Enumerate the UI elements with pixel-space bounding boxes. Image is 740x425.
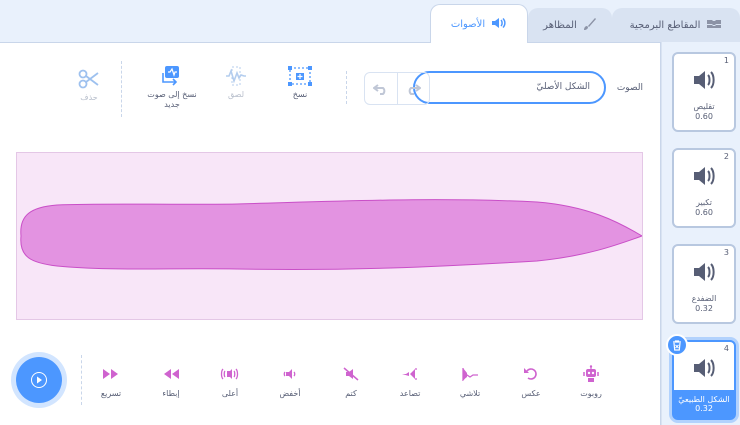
sound-item-name: تقليص bbox=[693, 102, 715, 111]
effect-fade-out-button[interactable]: تلاشي bbox=[450, 365, 490, 398]
sound-name-input[interactable]: الشكل الأصليّ bbox=[413, 71, 606, 104]
tab-sounds[interactable]: الأصوات bbox=[430, 4, 528, 43]
louder-icon bbox=[219, 365, 241, 383]
sound-item-name: تكبير bbox=[696, 198, 712, 207]
sound-item-name: الشكل الطبيعيّ bbox=[678, 395, 730, 404]
effect-faster-button[interactable]: تسريع bbox=[91, 365, 131, 398]
play-icon bbox=[31, 372, 47, 388]
sound-item-length: 0.60 bbox=[695, 208, 713, 217]
sound-item-selected[interactable]: 4 الشكل الطبيعيّ 0.32 bbox=[666, 334, 736, 420]
effect-mute-button[interactable]: كتم bbox=[331, 365, 371, 398]
effect-mute-label: كتم bbox=[345, 389, 357, 398]
speaker-icon bbox=[491, 17, 507, 32]
toolbar-divider bbox=[346, 71, 347, 104]
effect-reverse-button[interactable]: عكس bbox=[511, 365, 551, 398]
tab-code[interactable]: المقاطع البرمجية bbox=[612, 8, 740, 42]
reverse-icon bbox=[520, 365, 542, 383]
effect-fade-out-label: تلاشي bbox=[459, 389, 481, 398]
effect-louder-label: أعلى bbox=[221, 389, 239, 398]
fade-out-icon bbox=[459, 365, 481, 383]
copy-label: نسخ bbox=[292, 90, 308, 99]
brush-icon bbox=[583, 17, 597, 34]
undo-redo-group bbox=[364, 72, 430, 105]
paste-label: لصق bbox=[227, 90, 245, 99]
sound-name-label: الصوت bbox=[616, 83, 643, 93]
speaker-icon bbox=[694, 167, 715, 185]
sound-item-index: 2 bbox=[723, 152, 729, 161]
copy-to-new-sound-icon bbox=[159, 65, 185, 87]
effect-reverse-label: عكس bbox=[521, 389, 541, 398]
tab-sounds-label: الأصوات bbox=[450, 18, 486, 30]
code-blocks-icon bbox=[706, 18, 722, 33]
redo-button[interactable] bbox=[396, 73, 430, 104]
tab-code-label: المقاطع البرمجية bbox=[629, 20, 701, 31]
mute-icon bbox=[340, 365, 362, 383]
sound-item-length: 0.32 bbox=[695, 304, 713, 313]
tab-bar: المقاطع البرمجية المظاهر الأصوات bbox=[0, 0, 740, 43]
sound-editor-window: المقاطع البرمجية المظاهر الأصوات 1 تقليص… bbox=[0, 0, 740, 425]
toolbar-divider bbox=[121, 61, 122, 117]
sound-list: 1 تقليص 0.60 2 تكبير 0.60 3 الضفدع 0.32 … bbox=[661, 42, 740, 425]
paste-icon bbox=[223, 65, 249, 87]
speaker-icon bbox=[694, 263, 715, 281]
copy-button[interactable]: نسخ bbox=[284, 65, 316, 100]
robot-icon bbox=[580, 365, 602, 383]
effect-louder-button[interactable]: أعلى bbox=[210, 365, 250, 398]
delete-sound-icon[interactable] bbox=[666, 334, 688, 356]
sound-item-footer: الشكل الطبيعيّ 0.32 bbox=[674, 390, 734, 418]
sound-item-length: 0.60 bbox=[695, 112, 713, 121]
effect-softer-label: أخفض bbox=[279, 389, 301, 398]
editor-panel: الصوت الشكل الأصليّ نسخ لصق نسخ إلى صوت … bbox=[0, 42, 661, 425]
waveform-area[interactable] bbox=[16, 152, 644, 320]
effect-fade-in-label: تصاعد bbox=[399, 389, 421, 398]
sound-item[interactable]: 2 تكبير 0.60 bbox=[672, 148, 736, 228]
faster-icon bbox=[100, 365, 122, 383]
softer-icon bbox=[279, 365, 301, 383]
waveform bbox=[20, 199, 644, 271]
delete-button[interactable]: حذف bbox=[75, 68, 103, 103]
effect-softer-button[interactable]: أخفض bbox=[270, 365, 310, 398]
speaker-icon bbox=[694, 359, 715, 377]
scissors-icon bbox=[76, 68, 102, 90]
effect-robot-label: روبوت bbox=[580, 389, 602, 398]
redo-icon bbox=[408, 83, 422, 95]
sound-item[interactable]: 3 الضفدع 0.32 bbox=[672, 244, 736, 324]
effect-slower-label: إبطاء bbox=[162, 389, 180, 398]
sound-item-length: 0.32 bbox=[695, 404, 713, 413]
undo-icon bbox=[372, 83, 386, 95]
play-button[interactable] bbox=[16, 357, 62, 403]
slower-icon bbox=[160, 365, 182, 383]
delete-label: حذف bbox=[80, 93, 98, 102]
copy-icon bbox=[287, 65, 313, 87]
tab-costumes[interactable]: المظاهر bbox=[528, 8, 612, 42]
effect-faster-label: تسريع bbox=[100, 389, 122, 398]
effect-robot-button[interactable]: روبوت bbox=[571, 365, 611, 398]
fade-in-icon bbox=[399, 365, 421, 383]
copy-to-new-button[interactable]: نسخ إلى صوت جديد bbox=[144, 65, 200, 110]
undo-button[interactable] bbox=[365, 73, 397, 104]
tab-costumes-label: المظاهر bbox=[543, 20, 577, 31]
sound-item-name: الضفدع bbox=[691, 294, 717, 303]
sound-item-index: 4 bbox=[723, 344, 729, 353]
effect-fade-in-button[interactable]: تصاعد bbox=[390, 365, 430, 398]
effects-divider bbox=[81, 355, 82, 405]
paste-button[interactable]: لصق bbox=[221, 65, 251, 100]
speaker-icon bbox=[694, 71, 715, 89]
sound-item-index: 3 bbox=[723, 248, 729, 257]
effect-slower-button[interactable]: إبطاء bbox=[151, 365, 191, 398]
sound-item[interactable]: 1 تقليص 0.60 bbox=[672, 52, 736, 132]
sound-item-index: 1 bbox=[723, 56, 729, 65]
copy-to-new-label: نسخ إلى صوت جديد bbox=[147, 90, 197, 109]
